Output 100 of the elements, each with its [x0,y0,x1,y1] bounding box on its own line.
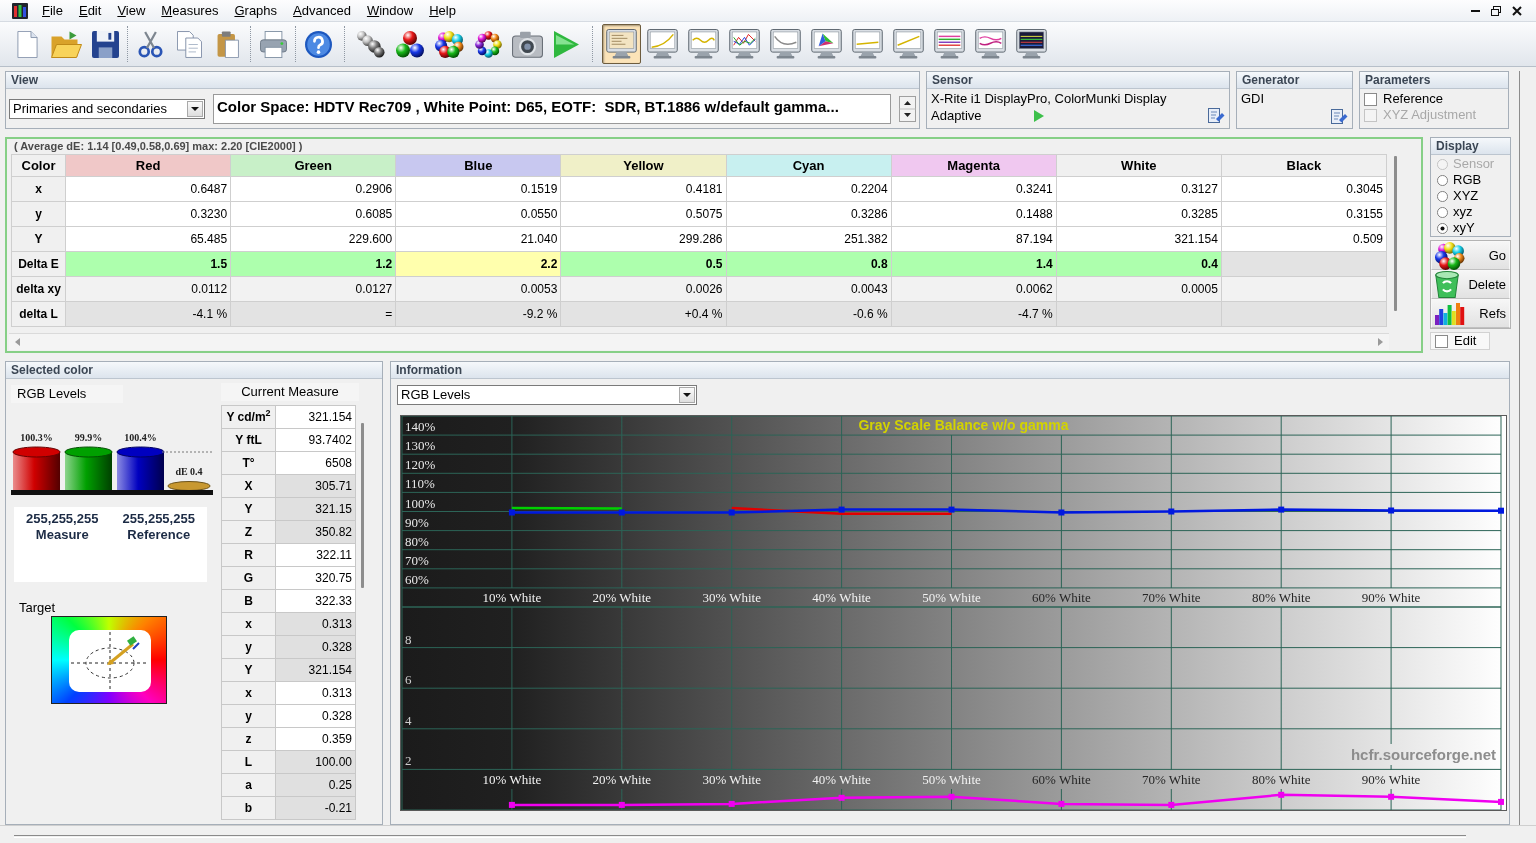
scrollbar-thumb[interactable] [360,423,364,588]
menu-item[interactable]: Advanced [285,2,359,19]
play-icon[interactable] [553,30,579,58]
help-icon[interactable] [304,30,332,58]
table-cell: 229.600 [230,226,396,252]
axis-label: 90% White [1361,590,1421,605]
axis-label: 70% [405,552,429,568]
table-cell: 0.6085 [230,201,396,227]
action-button[interactable]: Go [1431,241,1510,270]
checkbox[interactable] [1435,334,1448,348]
table-cell: 87.194 [891,226,1057,252]
data-point [618,509,625,516]
data-point [508,509,515,516]
edit-document-icon[interactable] [1331,108,1348,125]
menu-item[interactable]: File [34,2,71,19]
spectrum-bars-icon [1435,302,1465,325]
data-point [1168,801,1175,808]
data-point [1498,507,1504,514]
radio-button[interactable] [1437,174,1448,186]
axis-label: 8 [405,631,412,647]
measure-rgb-value: 255,255,255 [26,511,99,527]
sphere-cluster-icon[interactable] [434,30,464,58]
table-cell: -0.6 % [726,301,892,327]
spin-arrows-icon[interactable] [899,95,916,122]
table-cell: +0.4 % [560,301,726,327]
radio-button[interactable] [1437,222,1448,234]
action-button[interactable]: Refs [1431,299,1510,328]
row-header: x [221,612,276,636]
table-cell: 0.0127 [230,276,396,302]
three-spheres-icon[interactable] [396,30,424,58]
clipboard-icon[interactable] [217,30,239,58]
sensor-mode: Adaptive [931,107,982,124]
document-icon[interactable] [16,30,38,58]
checkbox[interactable] [1364,92,1377,106]
menu-item[interactable]: View [109,2,154,19]
radio-button[interactable] [1437,206,1448,218]
action-button[interactable]: Delete [1431,270,1510,299]
table-cell: 321.154 [1056,226,1222,252]
table-cell: 0.5075 [560,201,726,227]
axis-label: 60% White [1032,772,1091,787]
axis-label: 110% [405,476,435,492]
table-cell: 299.286 [560,226,726,252]
left-arrow-icon[interactable] [15,338,20,346]
table-cell: 0.3155 [1221,201,1387,227]
edit-document-icon[interactable] [1208,107,1225,124]
restore-icon[interactable] [1491,5,1501,16]
graph-type-dropdown[interactable]: RGB Levels [397,385,697,405]
scrollbar-thumb[interactable] [1393,156,1397,311]
generator-name: GDI [1241,91,1266,107]
row-header: Y [221,658,276,682]
copy-icon[interactable] [176,30,202,58]
folder-icon[interactable] [50,30,82,58]
row-header: Z [221,520,276,544]
table-cell: 2.2 [395,251,561,277]
target-label: Target [18,600,57,616]
sphere-chain-icon[interactable] [357,30,385,58]
panel-title: Sensor [927,72,1229,89]
table-cell: 0.6487 [65,176,231,202]
horizontal-scrollbar[interactable] [9,333,1389,350]
axis-label: 60% [405,571,429,587]
scissors-icon[interactable] [137,30,163,58]
close-icon[interactable] [1512,5,1522,16]
row-header: x [11,176,66,202]
printer-icon[interactable] [259,30,287,58]
axis-label: 20% White [592,590,652,605]
row-header: L [221,750,276,774]
menu-item[interactable]: Measures [153,2,227,19]
data-point [948,506,955,513]
row-header: X [221,474,276,498]
right-arrow-icon[interactable] [1378,338,1383,346]
menu-item[interactable]: Graphs [226,2,286,19]
row-header: T° [221,451,276,475]
axis-label: 30% White [702,772,761,787]
description-field[interactable]: Color Space: HDTV Rec709 , White Point: D65, EOTF: SDR, BT.1886 w/default gamma... [213,93,891,124]
data-point [728,509,735,516]
section-label: RGB Levels [11,385,123,403]
radio-button[interactable] [1437,190,1448,202]
axis-label: 50% White [922,590,981,605]
sensor-name: X-Rite i1 DisplayPro, ColorMunki Display [931,91,1168,107]
sphere-ring-icon[interactable] [474,30,502,58]
table-cell: 321.154 [275,405,356,429]
menu-item[interactable]: Window [358,2,422,19]
data-point [838,794,845,801]
minimize-icon[interactable] [1471,9,1480,12]
panel-title: View [6,72,919,89]
row-header: Y cd/m$^{2}$ [221,405,276,429]
row-header: delta L [11,301,66,327]
axis-label: 10% White [482,772,542,787]
table-cell: = [230,301,396,327]
camera-icon[interactable] [511,30,543,58]
row-header: y [11,201,66,227]
row-header: b [221,796,276,820]
view-mode-dropdown[interactable]: Primaries and secondaries [9,98,205,119]
menu-item[interactable]: Help [421,2,464,19]
monitor-icon [647,29,678,59]
column-header: Red [65,154,231,177]
play-icon[interactable] [1033,109,1044,122]
reference-rgb-value: 255,255,255 [122,511,195,527]
caret-icon [191,106,199,111]
menu-item[interactable]: Edit [70,2,110,19]
